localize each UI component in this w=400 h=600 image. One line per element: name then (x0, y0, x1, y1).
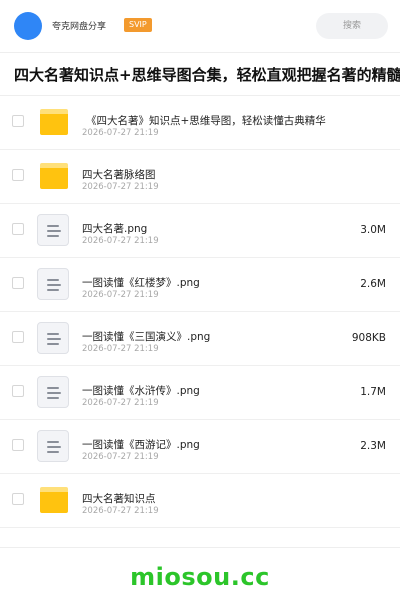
row-checkbox[interactable] (12, 169, 24, 181)
file-date: 2026-07-27 21:19 (82, 236, 159, 246)
file-row[interactable]: 四大名著.png 2026-07-27 21:19 3.0M (0, 204, 400, 258)
file-name[interactable]: 《四大名著》知识点+思维导图，轻松读懂古典精华 (86, 113, 326, 128)
row-checkbox[interactable] (12, 331, 24, 343)
search-button[interactable]: 搜索 (316, 13, 388, 39)
folder-icon (40, 163, 68, 189)
folder-icon (40, 109, 68, 135)
file-row[interactable]: 一图读懂《水浒传》.png 2026-07-27 21:19 1.7M (0, 366, 400, 420)
file-size: 3.0M (360, 224, 386, 236)
row-checkbox[interactable] (12, 277, 24, 289)
share-owner-name[interactable]: 夸克网盘分享 (52, 19, 106, 32)
file-date: 2026-07-27 21:19 (82, 182, 159, 192)
file-name[interactable]: 一图读懂《三国演义》.png (82, 329, 210, 344)
row-checkbox[interactable] (12, 493, 24, 505)
share-header: 夸克网盘分享 SVIP 搜索 (0, 0, 400, 53)
file-date: 2026-07-27 21:19 (82, 452, 159, 462)
file-date: 2026-07-27 21:19 (82, 344, 159, 354)
file-size: 908KB (351, 332, 386, 344)
file-list: 《四大名著》知识点+思维导图，轻松读懂古典精华 2026-07-27 21:19… (0, 96, 400, 528)
title-bar: 四大名著知识点+思维导图合集，轻松直观把握名著的精髓 (0, 53, 400, 96)
image-file-icon (37, 268, 69, 300)
file-date: 2026-07-27 21:19 (82, 290, 159, 300)
folder-icon (40, 487, 68, 513)
file-name[interactable]: 四大名著知识点 (82, 491, 156, 506)
row-checkbox[interactable] (12, 385, 24, 397)
image-file-icon (37, 376, 69, 408)
row-checkbox[interactable] (12, 223, 24, 235)
file-row[interactable]: 四大名著脉络图 2026-07-27 21:19 (0, 150, 400, 204)
file-size: 2.6M (360, 278, 386, 290)
image-file-icon (37, 214, 69, 246)
file-name[interactable]: 一图读懂《水浒传》.png (82, 383, 200, 398)
file-row[interactable]: 四大名著知识点 2026-07-27 21:19 (0, 474, 400, 528)
file-row[interactable]: 一图读懂《三国演义》.png 2026-07-27 21:19 908KB (0, 312, 400, 366)
file-date: 2026-07-27 21:19 (82, 506, 159, 516)
avatar[interactable] (14, 12, 42, 40)
image-file-icon (37, 430, 69, 462)
file-size: 1.7M (360, 386, 386, 398)
file-row[interactable]: 《四大名著》知识点+思维导图，轻松读懂古典精华 2026-07-27 21:19 (0, 96, 400, 150)
file-row[interactable]: 一图读懂《西游记》.png 2026-07-27 21:19 2.3M (0, 420, 400, 474)
footer-divider (0, 547, 400, 548)
image-file-icon (37, 322, 69, 354)
file-date: 2026-07-27 21:19 (82, 398, 159, 408)
file-name[interactable]: 一图读懂《红楼梦》.png (82, 275, 200, 290)
page-title: 四大名著知识点+思维导图合集，轻松直观把握名著的精髓 (14, 66, 400, 84)
watermark: miosou.cc (130, 563, 270, 591)
svip-badge: SVIP (124, 18, 152, 32)
row-checkbox[interactable] (12, 439, 24, 451)
file-size: 2.3M (360, 440, 386, 452)
file-date: 2026-07-27 21:19 (82, 128, 159, 138)
file-name[interactable]: 四大名著.png (82, 221, 147, 236)
file-name[interactable]: 四大名著脉络图 (82, 167, 156, 182)
file-row[interactable]: 一图读懂《红楼梦》.png 2026-07-27 21:19 2.6M (0, 258, 400, 312)
file-name[interactable]: 一图读懂《西游记》.png (82, 437, 200, 452)
row-checkbox[interactable] (12, 115, 24, 127)
